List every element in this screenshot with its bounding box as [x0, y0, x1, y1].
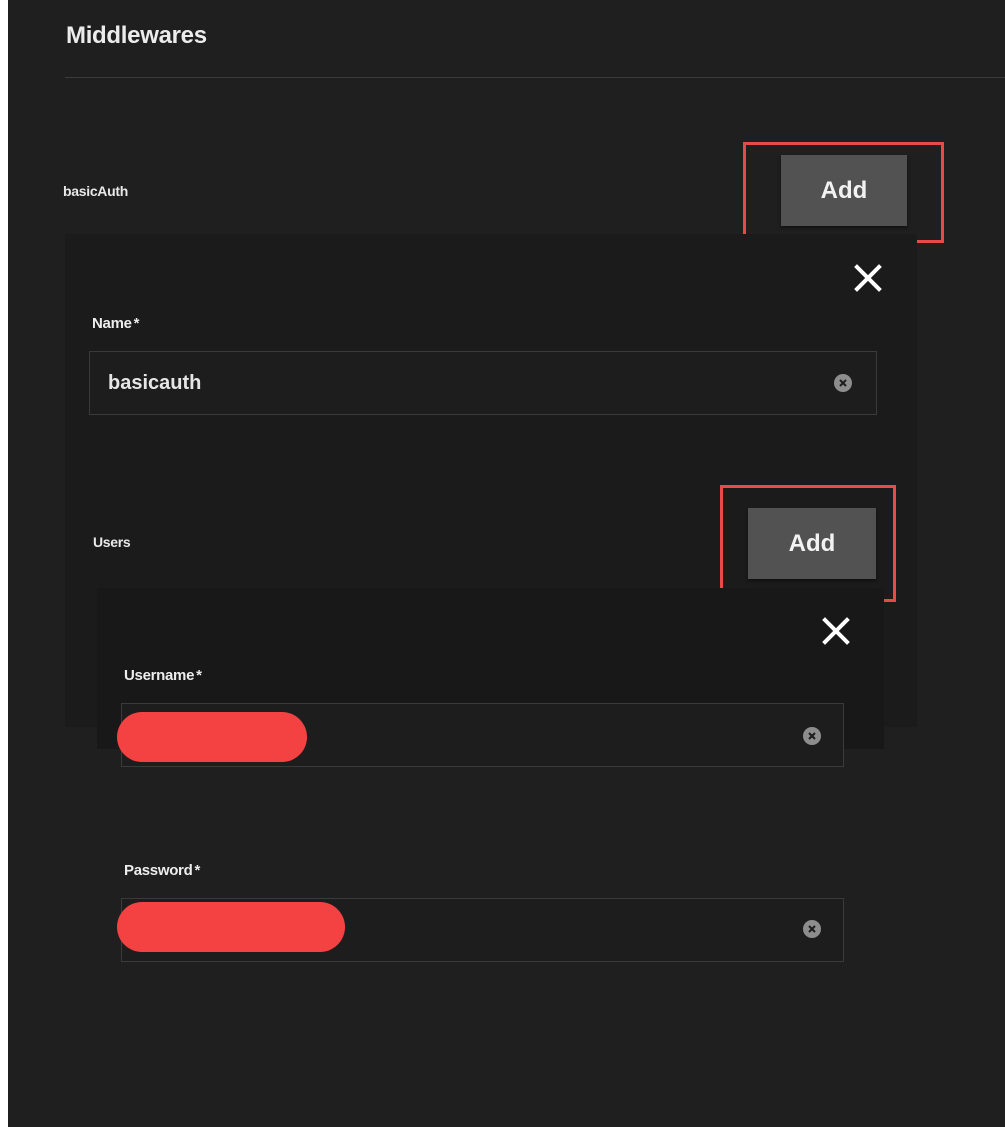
password-required-mark: *	[194, 862, 201, 879]
username-field-label: Username *	[124, 667, 202, 684]
add-basicauth-button[interactable]: Add	[781, 155, 907, 226]
remove-basicauth-entry-close-icon[interactable]	[853, 263, 883, 293]
username-clear-icon[interactable]	[803, 727, 821, 745]
username-label-text: Username	[124, 667, 195, 684]
password-field-label: Password *	[124, 862, 200, 879]
middlewares-page: Middlewares basicAuth Add Name * basicaut…	[8, 0, 1005, 1127]
name-required-mark: *	[133, 315, 140, 332]
username-required-mark: *	[196, 667, 202, 684]
name-input[interactable]: basicauth	[89, 351, 877, 415]
password-clear-icon[interactable]	[803, 920, 821, 938]
name-label-text: Name	[92, 315, 132, 332]
username-redaction	[117, 712, 307, 762]
password-redaction	[117, 902, 345, 952]
users-label: Users	[93, 534, 131, 550]
remove-user-entry-close-icon[interactable]	[821, 616, 851, 646]
name-field-label: Name *	[92, 315, 139, 332]
add-user-button[interactable]: Add	[748, 508, 876, 579]
name-clear-icon[interactable]	[834, 374, 852, 392]
password-label-text: Password	[124, 862, 193, 879]
page-title: Middlewares	[66, 22, 207, 49]
basicauth-label: basicAuth	[63, 183, 128, 199]
title-divider	[65, 77, 1005, 78]
